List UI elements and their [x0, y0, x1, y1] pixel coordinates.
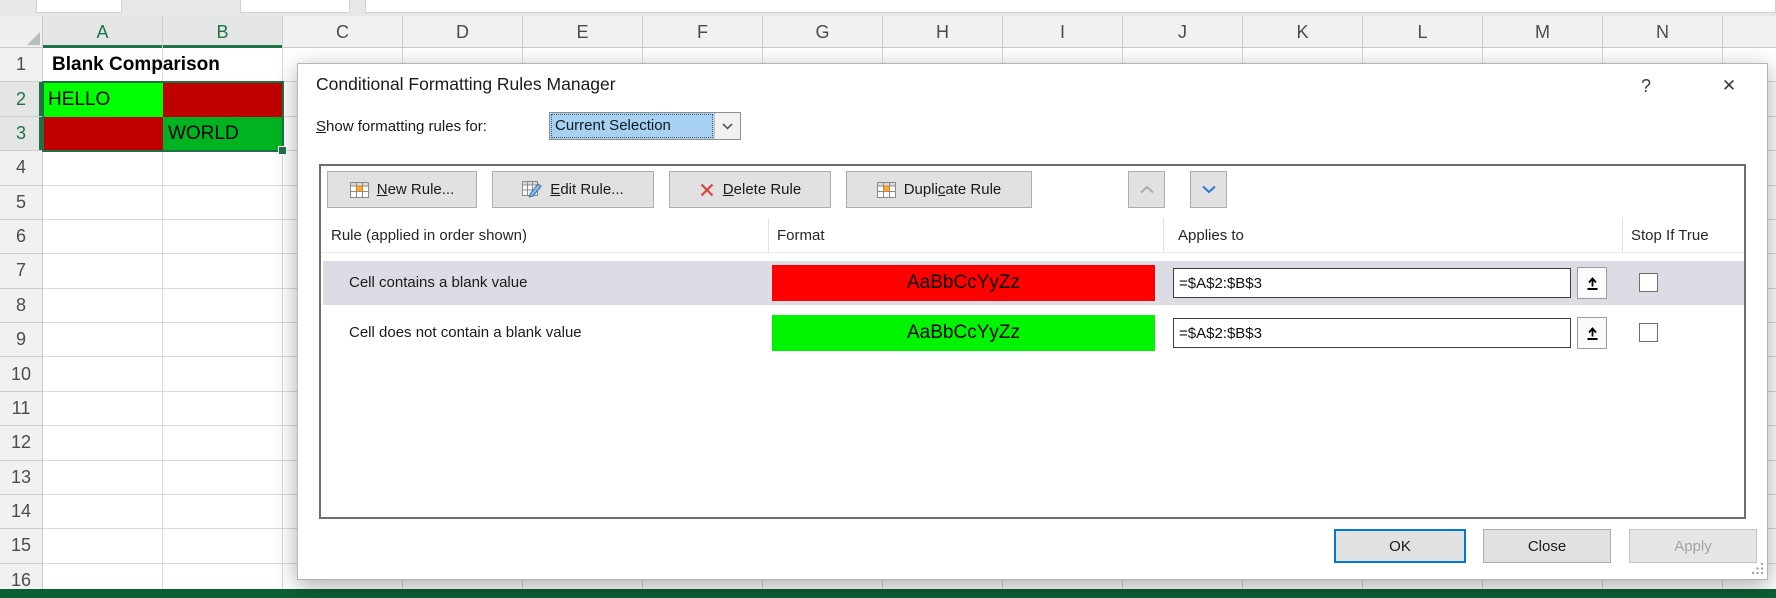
apply-button[interactable]: Apply: [1629, 529, 1757, 563]
move-rule-up-button[interactable]: [1128, 171, 1165, 208]
duplicate-rule-table-icon: [877, 182, 896, 198]
applies-to-input[interactable]: [1173, 318, 1571, 348]
rule-description: Cell does not contain a blank value: [349, 311, 582, 355]
column-header[interactable]: C: [283, 16, 403, 48]
ok-button[interactable]: OK: [1334, 529, 1466, 563]
header-divider: [321, 252, 1744, 253]
range-picker-button[interactable]: [1577, 317, 1607, 349]
combobox-dropdown-button[interactable]: [714, 113, 740, 139]
combobox-selected-value[interactable]: Current Selection: [550, 113, 714, 139]
row-header[interactable]: 13: [0, 461, 42, 495]
fx-box-edge: [240, 0, 350, 13]
row-header[interactable]: 14: [0, 495, 42, 529]
column-header[interactable]: G: [763, 16, 883, 48]
column-header[interactable]: I: [1003, 16, 1123, 48]
show-rules-label: Show formatting rules for:: [316, 118, 487, 135]
column-header[interactable]: N: [1603, 16, 1723, 48]
help-icon[interactable]: ?: [1632, 72, 1660, 100]
rule-row[interactable]: Cell contains a blank value AaBbCcYyZz: [323, 261, 1744, 305]
stop-if-true-checkbox[interactable]: [1639, 273, 1658, 292]
row-header[interactable]: 4: [0, 151, 42, 185]
edit-rule-label: Edit Rule...: [550, 181, 623, 198]
stop-if-true-checkbox[interactable]: [1639, 323, 1658, 342]
delete-rule-label: Delete Rule: [723, 181, 801, 198]
row-headers: 1 2 3 4 5 6 7 8 9 10 11 12 13 14 15 16: [0, 48, 43, 598]
format-preview-swatch: AaBbCcYyZz: [772, 315, 1155, 351]
rule-description: Cell contains a blank value: [349, 261, 527, 305]
cell-b2[interactable]: [163, 82, 283, 117]
formula-bar-strip: [0, 0, 1776, 16]
column-headers: A B C D E F G H I J K L M N: [43, 16, 1776, 48]
column-header[interactable]: B: [163, 16, 283, 48]
row-header[interactable]: 9: [0, 323, 42, 357]
range-picker-button[interactable]: [1577, 267, 1607, 299]
edit-rule-pencil-icon: [522, 181, 542, 198]
row-header[interactable]: 5: [0, 186, 42, 220]
show-rules-combobox[interactable]: Current Selection: [549, 112, 741, 140]
name-box-edge: [36, 0, 122, 13]
column-header[interactable]: E: [523, 16, 643, 48]
new-rule-label: New Rule...: [377, 181, 455, 198]
conditional-formatting-rules-manager-dialog: Conditional Formatting Rules Manager ? ✕…: [297, 63, 1768, 580]
header-rule: Rule (applied in order shown): [321, 218, 768, 252]
chevron-down-icon: [1201, 185, 1217, 194]
row-header[interactable]: 3: [0, 117, 42, 151]
move-rule-down-button[interactable]: [1190, 171, 1227, 208]
row-header[interactable]: 1: [0, 48, 42, 82]
column-header[interactable]: K: [1243, 16, 1363, 48]
show-rules-label-rest: how formatting rules for:: [326, 118, 487, 135]
new-rule-button[interactable]: New Rule...: [327, 171, 477, 208]
rule-row[interactable]: Cell does not contain a blank value AaBb…: [323, 311, 1744, 355]
chevron-down-icon: [722, 123, 733, 130]
collapse-range-icon: [1585, 276, 1600, 291]
duplicate-rule-label: Duplicate Rule: [904, 181, 1002, 198]
show-rules-label-mnemonic: S: [316, 118, 326, 135]
column-header[interactable]: J: [1123, 16, 1243, 48]
chevron-up-icon: [1139, 185, 1155, 194]
column-header[interactable]: F: [643, 16, 763, 48]
header-applies-to: Applies to: [1163, 218, 1622, 252]
header-stop-if-true: Stop If True: [1622, 218, 1746, 252]
new-rule-table-icon: [350, 182, 369, 198]
row-header[interactable]: 11: [0, 392, 42, 426]
column-header[interactable]: M: [1483, 16, 1603, 48]
column-header[interactable]: A: [43, 16, 163, 48]
resize-grip[interactable]: [1750, 561, 1764, 575]
delete-rule-button[interactable]: Delete Rule: [669, 171, 831, 208]
column-header[interactable]: D: [403, 16, 523, 48]
applies-to-input[interactable]: [1173, 268, 1571, 298]
close-button[interactable]: Close: [1483, 529, 1611, 563]
formula-input-edge: [365, 0, 1776, 13]
cell-a2[interactable]: HELLO: [43, 82, 163, 117]
cell-b3[interactable]: WORLD: [163, 117, 283, 151]
sheet-bottom-bar: [0, 589, 1776, 598]
dialog-title: Conditional Formatting Rules Manager: [316, 74, 616, 95]
rules-group-box: New Rule... Edit Rule... Delete Rule: [319, 164, 1746, 519]
close-icon[interactable]: ✕: [1712, 72, 1746, 100]
header-format: Format: [768, 218, 1163, 252]
cell-a3[interactable]: [43, 117, 163, 151]
row-header[interactable]: 7: [0, 254, 42, 288]
row-header[interactable]: 15: [0, 529, 42, 563]
edit-rule-button[interactable]: Edit Rule...: [492, 171, 654, 208]
collapse-range-icon: [1585, 326, 1600, 341]
duplicate-rule-button[interactable]: Duplicate Rule: [846, 171, 1032, 208]
delete-x-icon: [699, 182, 715, 198]
row-header[interactable]: 6: [0, 220, 42, 254]
row-header[interactable]: 8: [0, 289, 42, 323]
select-all-corner[interactable]: [0, 16, 43, 48]
row-header[interactable]: 12: [0, 426, 42, 460]
format-preview-swatch: AaBbCcYyZz: [772, 265, 1155, 301]
column-header[interactable]: L: [1363, 16, 1483, 48]
row-header[interactable]: 2: [0, 82, 42, 116]
column-header[interactable]: H: [883, 16, 1003, 48]
row-header[interactable]: 10: [0, 357, 42, 391]
selection-fill-handle[interactable]: [278, 146, 287, 155]
